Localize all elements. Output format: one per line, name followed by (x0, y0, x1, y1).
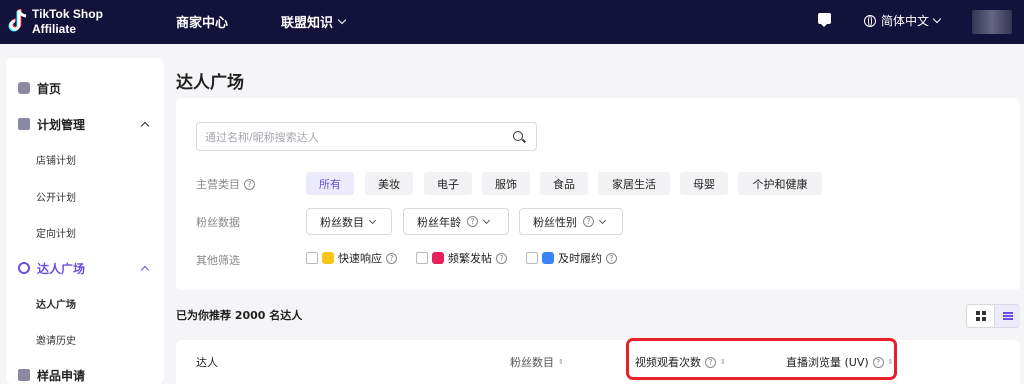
category-label-text: 主营类目 (196, 178, 240, 191)
sidebar-subitem-public-plan[interactable]: 公开计划 (36, 189, 76, 204)
sidebar-subitem-store-plan[interactable]: 店铺计划 (36, 152, 76, 167)
logo-text-line2: Affiliate (32, 22, 77, 36)
help-icon[interactable]: ? (467, 216, 478, 227)
category-chip-all[interactable]: 所有 (306, 172, 354, 195)
option-frequent-posting[interactable]: 频繁发帖 ? (416, 250, 507, 266)
sidebar-item-label: 首页 (37, 81, 62, 96)
sidebar-item-creator-square[interactable]: 达人广场 (6, 251, 164, 285)
grid-view-icon[interactable] (976, 311, 986, 321)
filter-card: 主营类目 ? 所有 美妆 电子 服饰 食品 家居生活 母婴 个护和健康 粉丝数据… (176, 98, 1020, 290)
chevron-up-icon (140, 121, 150, 130)
list-view-icon (1003, 312, 1013, 320)
home-icon (18, 82, 30, 94)
avatar[interactable] (972, 10, 1012, 34)
help-icon[interactable]: ? (386, 252, 397, 264)
sidebar-item-plan-management[interactable]: 计划管理 (6, 107, 164, 141)
column-label: 粉丝数目 (510, 356, 554, 369)
search-icon[interactable] (513, 131, 523, 141)
document-icon (542, 252, 554, 264)
language-selector[interactable]: 简体中文 (864, 12, 942, 29)
plan-icon (18, 118, 30, 130)
fans-filter-label: 粉丝数据 (196, 216, 240, 229)
other-filter-label: 其他筛选 (196, 254, 240, 267)
fans-age-dropdown[interactable]: 粉丝年龄 ? (403, 208, 509, 235)
column-header-creator: 达人 (196, 354, 218, 370)
option-fast-response[interactable]: 快速响应 ? (306, 250, 397, 266)
option-label: 及时履约 (558, 252, 602, 265)
view-toggle (966, 304, 1020, 328)
chevron-up-icon (140, 265, 150, 274)
globe-icon (864, 14, 876, 27)
checkbox[interactable] (416, 252, 428, 264)
highlight-box (626, 338, 897, 380)
dropdown-label: 粉丝数目 (320, 215, 364, 229)
lightning-icon (322, 252, 334, 264)
category-chip-mother-baby[interactable]: 母婴 (680, 172, 728, 195)
search-input[interactable] (205, 128, 505, 146)
video-icon (432, 252, 444, 264)
nav-merchant-center[interactable]: 商家中心 (176, 12, 228, 31)
sidebar-item-label: 达人广场 (37, 261, 86, 276)
nav-affiliate-knowledge[interactable]: 联盟知识 (281, 12, 347, 31)
dropdown-label: 粉丝性别 (533, 215, 577, 229)
sidebar: 首页 计划管理 店铺计划 公开计划 定向计划 达人广场 达人广场 邀请历史 样品… (6, 58, 164, 384)
fans-count-dropdown[interactable]: 粉丝数目 (306, 208, 392, 235)
sort-icon: ⇕ (558, 358, 564, 366)
column-label: 达人 (196, 356, 218, 369)
page-title: 达人广场 (176, 73, 244, 93)
dropdown-label: 粉丝年龄 (417, 215, 461, 229)
recommendation-summary: 已为你推荐 2000 名达人 (176, 309, 303, 322)
category-chip-home-living[interactable]: 家居生活 (598, 172, 670, 195)
top-bar: TikTok Shop Affiliate 商家中心 联盟知识 简体中文 (0, 0, 1024, 44)
sidebar-subitem-invite-history[interactable]: 邀请历史 (36, 332, 76, 347)
chevron-down-icon (598, 216, 607, 224)
tiktok-logo-icon (8, 9, 27, 32)
nav-affiliate-knowledge-label: 联盟知识 (281, 16, 334, 31)
help-icon[interactable]: ? (496, 252, 507, 264)
creator-icon (18, 262, 30, 274)
category-chip-personal-care[interactable]: 个护和健康 (738, 172, 822, 195)
option-label: 频繁发帖 (448, 252, 492, 265)
message-icon[interactable] (818, 13, 831, 27)
option-label: 快速响应 (338, 252, 382, 265)
chevron-down-icon (337, 15, 347, 25)
help-icon[interactable]: ? (244, 178, 255, 190)
option-timely-fulfillment[interactable]: 及时履约 ? (526, 250, 617, 266)
help-icon[interactable]: ? (583, 216, 594, 227)
sidebar-subitem-targeted-plan[interactable]: 定向计划 (36, 225, 76, 240)
help-icon[interactable]: ? (606, 252, 617, 264)
logo-text-line1: TikTok Shop (32, 7, 103, 21)
category-chip-apparel[interactable]: 服饰 (482, 172, 530, 195)
chevron-down-icon (368, 216, 377, 224)
language-label: 简体中文 (881, 14, 930, 28)
column-header-fans-count[interactable]: 粉丝数目 ⇕ (510, 354, 564, 370)
checkbox[interactable] (306, 252, 318, 264)
search-box (196, 122, 537, 151)
fans-gender-dropdown[interactable]: 粉丝性别 ? (519, 208, 623, 235)
category-chip-electronics[interactable]: 电子 (424, 172, 472, 195)
sidebar-subitem-creator-square[interactable]: 达人广场 (36, 296, 76, 311)
sidebar-item-home[interactable]: 首页 (6, 71, 164, 105)
sidebar-item-label: 样品申请 (37, 368, 86, 383)
sample-icon (18, 369, 30, 381)
checkbox[interactable] (526, 252, 538, 264)
category-chip-food[interactable]: 食品 (540, 172, 588, 195)
tiktok-shop-logo[interactable]: TikTok Shop Affiliate (8, 7, 118, 37)
sidebar-item-sample-request[interactable]: 样品申请 (6, 358, 164, 384)
category-filter-label: 主营类目 ? (196, 176, 255, 192)
sidebar-item-label: 计划管理 (37, 117, 86, 132)
chevron-down-icon (482, 216, 491, 224)
chevron-down-icon (932, 14, 942, 24)
category-chip-beauty[interactable]: 美妆 (365, 172, 413, 195)
list-view-button[interactable] (994, 305, 1020, 327)
